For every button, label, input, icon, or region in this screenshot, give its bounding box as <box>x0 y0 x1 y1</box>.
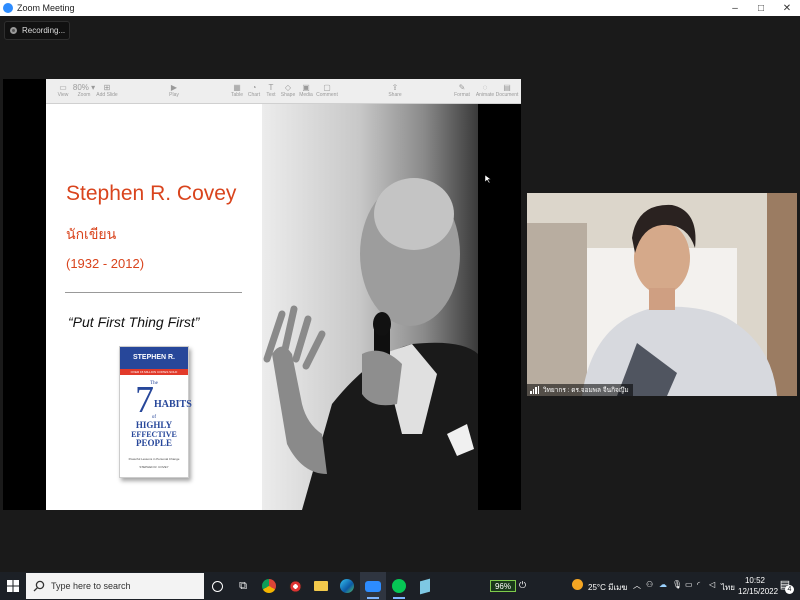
keynote-toolbar: ▭ View 80% ▾ Zoom ⊞ Add Slide ▶ Play ▦ Table … <box>46 79 521 104</box>
participant-video[interactable]: วิทยากร : ดร.จอมพล จีนกิจญึม <box>527 193 797 396</box>
search-icon <box>33 580 45 592</box>
window-controls: – □ ✕ <box>722 0 800 16</box>
chrome-icon <box>262 579 276 593</box>
book-cover-image: STEPHEN R. COVEY OVER 15 MILLION COPIES … <box>119 346 192 478</box>
clock-date: 12/15/2022 <box>738 587 779 596</box>
line-icon <box>392 579 406 593</box>
mouse-cursor-icon <box>485 175 491 183</box>
app-icon <box>420 578 430 594</box>
folder-icon <box>314 581 328 591</box>
language-indicator[interactable]: ไทย <box>721 581 735 594</box>
zoom-taskbar-button[interactable] <box>360 572 386 600</box>
clock-time: 10:52 <box>744 576 766 585</box>
battery-indicator[interactable]: 96% <box>490 580 516 592</box>
signal-strength-icon <box>530 386 540 394</box>
window-title: Zoom Meeting <box>17 3 75 13</box>
network-icon[interactable]: ⚇ <box>646 580 653 589</box>
toolbar-document[interactable]: ▤ Document <box>494 83 520 98</box>
onedrive-icon[interactable]: ☁ <box>659 580 667 589</box>
battery-icon[interactable]: ▭ <box>685 580 693 589</box>
zoom-icon <box>365 580 381 592</box>
minimize-button[interactable]: – <box>722 0 748 16</box>
book-author: STEPHEN R. COVEY <box>120 347 188 383</box>
toolbar-play[interactable]: ▶ Play <box>161 83 187 98</box>
recording-indicator[interactable]: Recording... <box>4 21 70 40</box>
windows-logo-icon <box>7 580 19 592</box>
edge-icon <box>340 579 354 593</box>
slide-text-panel: Stephen R. Covey นักเขียน (1932 - 2012) … <box>46 104 262 510</box>
clock[interactable]: 10:52 12/15/2022 <box>738 575 779 597</box>
toolbar-add-slide[interactable]: ⊞ Add Slide <box>94 83 120 98</box>
participant-image <box>527 193 797 396</box>
browser-button[interactable] <box>282 572 308 600</box>
volume-icon[interactable]: ◁ <box>709 580 715 589</box>
task-view-button[interactable]: ⧉ <box>230 572 256 600</box>
slide-quote: “Put First Thing First” <box>68 314 200 330</box>
comment-icon: ▢ <box>323 83 331 92</box>
toolbar-share[interactable]: ⇪ Share <box>382 83 408 98</box>
cortana-icon <box>211 580 223 592</box>
close-button[interactable]: ✕ <box>774 0 800 16</box>
start-button[interactable] <box>0 572 26 600</box>
notification-button[interactable]: ▤ 4 <box>776 578 794 594</box>
slide-right-band <box>478 104 521 510</box>
divider <box>65 292 242 293</box>
microphone-icon[interactable]: 🎙 <box>672 580 682 589</box>
share-icon: ⇪ <box>391 83 399 92</box>
recording-label: Recording... <box>22 26 66 35</box>
zoom-app-icon <box>3 3 13 13</box>
cortana-button[interactable] <box>204 572 230 600</box>
file-explorer-button[interactable] <box>308 572 334 600</box>
plug-icon: ⏻ <box>519 580 527 590</box>
record-icon <box>10 27 17 34</box>
participant-name: วิทยากร : ดร.จอมพล จีนกิจญึม <box>543 387 629 394</box>
task-view-icon: ⧉ <box>239 579 247 592</box>
slide-years: (1932 - 2012) <box>66 256 145 271</box>
slide-title: Stephen R. Covey <box>66 182 237 205</box>
play-icon: ▶ <box>170 83 178 92</box>
document-icon: ▤ <box>503 83 511 92</box>
participant-name-bar: วิทยากร : ดร.จอมพล จีนกิจญึม <box>527 384 633 396</box>
toolbar-comment[interactable]: ▢ Comment <box>314 83 340 98</box>
edge-button[interactable] <box>334 572 360 600</box>
line-app-button[interactable] <box>386 572 412 600</box>
chrome-button[interactable] <box>256 572 282 600</box>
notification-count: 4 <box>785 585 794 594</box>
title-bar: Zoom Meeting – □ ✕ <box>0 0 800 16</box>
presentation-slide: Stephen R. Covey นักเขียน (1932 - 2012) … <box>46 104 521 510</box>
speaker-silhouette <box>263 178 478 510</box>
show-hidden-icons[interactable]: ︿ <box>633 580 641 591</box>
book-strip: OVER 15 MILLION COPIES SOLD <box>120 369 188 375</box>
speaker-photo <box>262 104 478 510</box>
app-button[interactable] <box>412 572 438 600</box>
slide-role: นักเขียน <box>66 226 117 242</box>
weather-icon <box>572 579 583 590</box>
taskbar-search[interactable]: Type here to search <box>26 573 204 599</box>
windows-taskbar: Type here to search ⧉ 96% ⏻ 25°C มีเมฆ ︿… <box>0 572 800 600</box>
weather-text[interactable]: 25°C มีเมฆ <box>588 581 627 594</box>
maximize-button[interactable]: □ <box>748 0 774 16</box>
search-placeholder: Type here to search <box>51 581 131 591</box>
wifi-icon[interactable]: ◜ <box>697 580 700 589</box>
browser-icon <box>288 579 302 593</box>
add-slide-icon: ⊞ <box>103 83 111 92</box>
